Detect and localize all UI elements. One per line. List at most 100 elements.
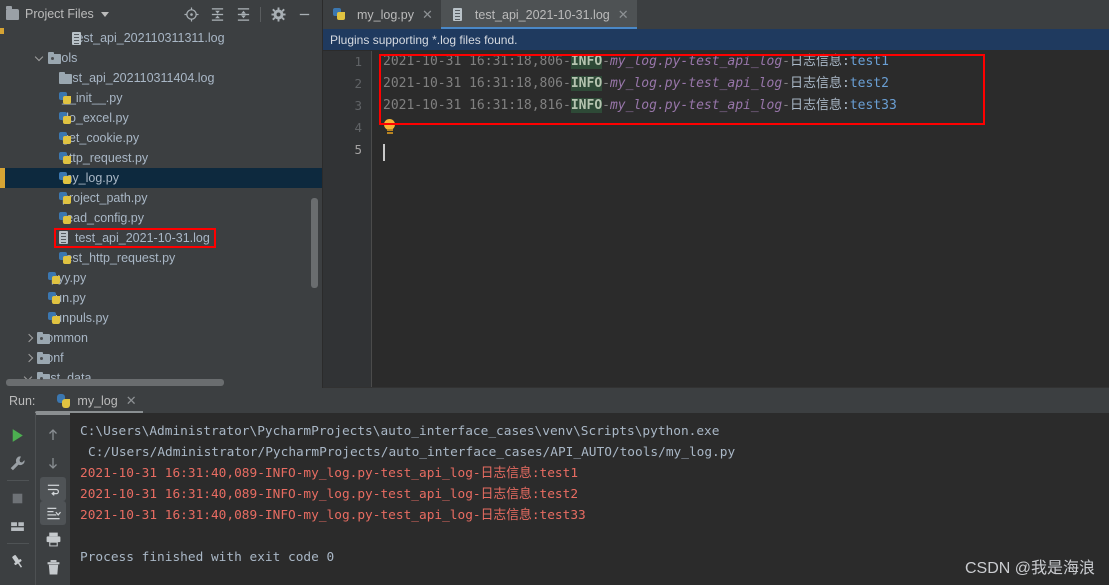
tree-item-label: test_api_2021-10-31.log — [75, 230, 210, 245]
log-line: 2021-10-31 16:31:18,806-INFO-my_log.py-t… — [373, 73, 1109, 95]
wrench-settings-icon[interactable] — [3, 449, 33, 477]
rerun-play-icon[interactable] — [3, 421, 33, 449]
tree-item-content: test_api_202110311311.log — [69, 31, 225, 45]
tree-item-run-py[interactable]: run.py — [0, 288, 323, 308]
tree-item-common[interactable]: common — [0, 328, 323, 348]
editor-tab-test-api-log[interactable]: test_api_2021-10-31.log ✕ — [440, 0, 637, 29]
tree-item-test-api-2021-10-31-log[interactable]: test_api_2021-10-31.log — [0, 228, 323, 248]
run-tab-my-log[interactable]: my_log ✕ — [55, 388, 143, 413]
run-tab-bar: Run: my_log ✕ — [0, 388, 1109, 413]
tree-item-label: test_http_request.py — [62, 251, 176, 265]
arrow-up-icon[interactable] — [38, 421, 68, 449]
tree-item-label: test_api_202110311404.log — [62, 71, 215, 85]
run-console-output[interactable]: C:\Users\Administrator\PycharmProjects\a… — [70, 413, 1109, 585]
close-icon[interactable]: ✕ — [126, 394, 137, 407]
chevron-down-icon[interactable] — [33, 52, 46, 65]
log-level: INFO — [570, 54, 603, 69]
tree-item--init-py[interactable]: __init__.py — [0, 88, 323, 108]
run-primary-toolbar — [0, 413, 35, 585]
tree-item-http-request-py[interactable]: http_request.py — [0, 148, 323, 168]
tree-vertical-scrollbar[interactable] — [311, 198, 318, 288]
trash-icon[interactable] — [38, 553, 68, 581]
editor-gutter: 1 2 3 4 5 — [323, 51, 372, 388]
project-panel-header: Project Files — [0, 0, 323, 28]
log-d1: - — [563, 98, 571, 113]
run-tool-window: Run: my_log ✕ C:\Users\Administrator\Pyc… — [0, 388, 1109, 585]
scroll-to-end-icon[interactable] — [40, 501, 66, 525]
pin-tab-icon[interactable] — [3, 547, 33, 575]
gear-icon[interactable] — [265, 2, 291, 26]
tree-item-label: do_excel.py — [62, 111, 129, 125]
console-line: Process finished with exit code 0 — [80, 550, 335, 565]
tree-item-conf[interactable]: conf — [0, 348, 323, 368]
editor-text-content[interactable]: 2021-10-31 16:31:18,806-INFO-my_log.py-t… — [373, 51, 1109, 388]
locate-target-icon[interactable] — [178, 2, 204, 26]
chevron-right-icon[interactable] — [22, 332, 35, 345]
editor-tab-my-log-py[interactable]: my_log.py ✕ — [323, 0, 441, 29]
tree-item-label: http_request.py — [62, 151, 149, 165]
tree-item-tools[interactable]: tools — [0, 48, 323, 68]
project-file-tree[interactable]: test_api_202110311311.logtools test_api_2… — [0, 28, 323, 388]
tree-item-runpuls-py[interactable]: runpuls.py — [0, 308, 323, 328]
log-cjk: 日志信息: — [790, 98, 850, 113]
tree-item-get-cookie-py[interactable]: get_cookie.py — [0, 128, 323, 148]
tree-item-label: read_config.py — [62, 211, 145, 225]
tree-item-test-http-request-py[interactable]: test_http_request.py — [0, 248, 323, 268]
tree-item-label: project_path.py — [62, 191, 148, 205]
editor-tab-label: test_api_2021-10-31.log — [474, 7, 610, 22]
layout-restore-icon[interactable] — [3, 512, 33, 540]
tree-item-content: do_excel.py — [58, 111, 129, 125]
console-line: C:\Users\Administrator\PycharmProjects\a… — [80, 424, 720, 439]
chevron-down-icon[interactable] — [100, 11, 109, 17]
run-secondary-toolbar — [35, 413, 70, 585]
tree-item-test-api-202110311311-log[interactable]: test_api_202110311311.log — [0, 28, 323, 48]
editor-tab-bar: my_log.py ✕ test_api_2021-10-31.log ✕ — [323, 0, 1109, 29]
tree-horizontal-scrollbar[interactable] — [6, 379, 224, 386]
tree-item-test-api-202110311404-log[interactable]: test_api_202110311404.log — [0, 68, 323, 88]
chevron-right-icon[interactable] — [22, 352, 35, 365]
collapse-all-icon[interactable] — [230, 2, 256, 26]
tree-item-do-excel-py[interactable]: do_excel.py — [0, 108, 323, 128]
project-panel-toolbar — [178, 2, 323, 26]
toolbar-divider — [6, 543, 29, 544]
plugin-notification-bar[interactable]: Plugins supporting *.log files found. — [323, 29, 1109, 51]
tree-item-pyy-py[interactable]: pyy.py — [0, 268, 323, 288]
log-d3: - — [782, 54, 790, 69]
log-line: 2021-10-31 16:31:18,806-INFO-my_log.py-t… — [373, 51, 1109, 73]
stop-square-icon[interactable] — [3, 484, 33, 512]
expand-all-icon[interactable] — [204, 2, 230, 26]
tree-item-content: runpuls.py — [47, 311, 109, 325]
soft-wrap-icon[interactable] — [40, 477, 66, 501]
code-editor[interactable]: 12345 2021-10-31 16:31:18,806-INFO-my_lo… — [323, 51, 1109, 388]
lightbulb-icon[interactable] — [383, 119, 396, 134]
python-file-icon — [332, 7, 347, 22]
tree-item-project-path-py[interactable]: project_path.py — [0, 188, 323, 208]
close-icon[interactable]: ✕ — [618, 8, 629, 21]
log-d2: - — [602, 98, 610, 113]
tree-item-my-log-py[interactable]: my_log.py — [0, 168, 323, 188]
close-icon[interactable]: ✕ — [422, 8, 433, 21]
console-line: 2021-10-31 16:31:40,089-INFO-my_log.py-t… — [80, 508, 586, 523]
arrow-down-icon[interactable] — [38, 449, 68, 477]
log-d3: - — [782, 98, 790, 113]
tree-item-read-config-py[interactable]: read_config.py — [0, 208, 323, 228]
log-ts: 2021-10-31 16:31:18,816 — [383, 98, 564, 113]
tree-item-content: tools — [47, 51, 77, 65]
tree-item-content: common — [36, 331, 88, 345]
tree-item-content: my_log.py — [58, 171, 119, 185]
pycharm-window: Project Files test_api_202110311311.log … — [0, 0, 1109, 585]
python-logo-icon — [57, 393, 71, 408]
print-icon[interactable] — [38, 525, 68, 553]
minimize-icon[interactable] — [291, 2, 317, 26]
tree-item-content: __init__.py — [58, 91, 122, 105]
tree-item-content: http_request.py — [58, 151, 148, 165]
